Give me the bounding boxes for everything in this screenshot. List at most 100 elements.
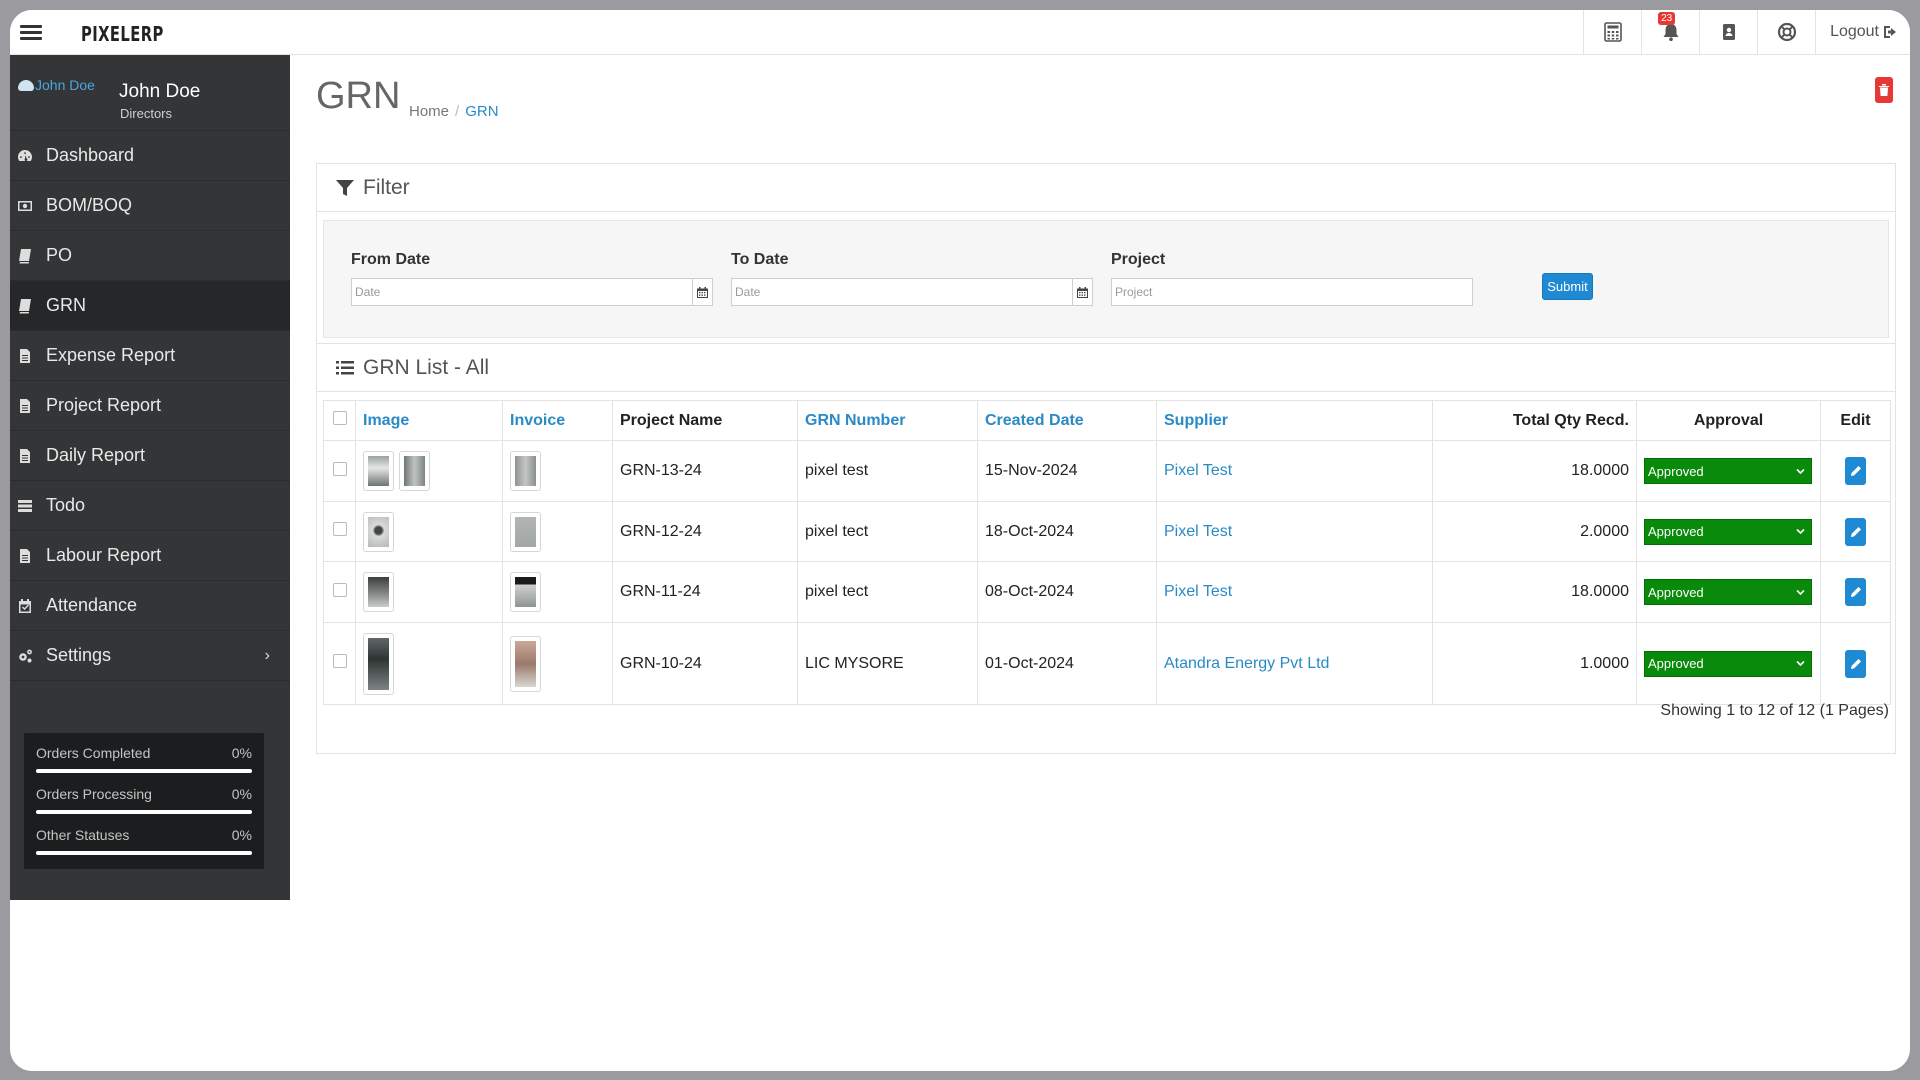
- filter-panel: Filter From Date Date To Date Date Proje…: [316, 163, 1896, 349]
- approval-select[interactable]: Approved: [1644, 458, 1812, 484]
- sidebar-item-label: GRN: [46, 295, 86, 315]
- pencil-icon: [1850, 466, 1861, 476]
- invoice-thumbnail[interactable]: [510, 572, 541, 612]
- project-name-cell: GRN-13-24: [612, 440, 798, 502]
- sidebar-item-bom-boq[interactable]: BOM/BOQ: [10, 181, 290, 231]
- grn-image-thumbnail[interactable]: [363, 451, 394, 491]
- edit-button[interactable]: [1845, 457, 1866, 485]
- sign-out-icon: [1884, 26, 1896, 38]
- notifications-bell-icon[interactable]: 23: [1641, 10, 1699, 54]
- project-name-cell: GRN-11-24: [612, 561, 798, 623]
- approval-select[interactable]: Approved: [1644, 650, 1812, 677]
- grn-image-thumbnail[interactable]: [363, 632, 394, 695]
- table-row: GRN-10-24 LIC MYSORE 01-Oct-2024 Atandra…: [323, 622, 1891, 705]
- order-stats-panel: Orders Completed 0% Orders Processing 0%…: [24, 733, 264, 869]
- sidebar-item-label: Settings: [46, 645, 112, 665]
- invoice-thumbnail[interactable]: [510, 511, 541, 552]
- from-date-input[interactable]: Date: [351, 278, 713, 306]
- sidebar-item-settings[interactable]: Settings ›: [10, 631, 290, 681]
- submit-button[interactable]: Submit: [1542, 273, 1593, 300]
- book-icon: [19, 248, 31, 263]
- row-select-cell: [323, 561, 356, 623]
- sidebar-item-todo[interactable]: Todo: [10, 481, 290, 531]
- sidebar-item-daily-report[interactable]: Daily Report: [10, 431, 290, 481]
- image-cell: [355, 501, 503, 562]
- sidebar-item-po[interactable]: PO: [10, 231, 290, 281]
- edit-button[interactable]: [1845, 578, 1866, 606]
- invoice-thumbnail[interactable]: [510, 635, 541, 692]
- edit-cell: [1820, 501, 1891, 562]
- broken-image-icon: [18, 79, 34, 91]
- stat-orders-processing: Orders Processing 0%: [36, 786, 252, 827]
- image-cell: [355, 561, 503, 623]
- to-date-label: To Date: [731, 251, 789, 268]
- filter-icon: [336, 179, 354, 196]
- invoice-thumbnail[interactable]: [510, 451, 541, 491]
- sidebar-item-grn[interactable]: GRN: [10, 281, 290, 331]
- col-created-date[interactable]: Created Date: [977, 400, 1157, 441]
- calendar-icon[interactable]: [1072, 279, 1092, 305]
- main-content: GRN Home / GRN Filter From Date Date To …: [290, 55, 1910, 1071]
- logout-button[interactable]: Logout: [1815, 10, 1910, 54]
- sidebar-item-labour-report[interactable]: Labour Report: [10, 531, 290, 581]
- col-image[interactable]: Image: [355, 400, 503, 441]
- created-date-cell: 08-Oct-2024: [977, 561, 1157, 623]
- calendar-icon[interactable]: [692, 279, 712, 305]
- project-input[interactable]: Project: [1111, 278, 1473, 306]
- row-checkbox[interactable]: [332, 654, 347, 668]
- invoice-cell: [502, 561, 613, 623]
- sidebar-toggle-icon[interactable]: [20, 22, 42, 42]
- breadcrumb-home-link[interactable]: Home: [409, 103, 449, 120]
- total-qty-cell: 1.0000: [1432, 622, 1637, 705]
- supplier-link[interactable]: Pixel Test: [1156, 440, 1433, 502]
- supplier-link[interactable]: Pixel Test: [1156, 561, 1433, 623]
- created-date-cell: 15-Nov-2024: [977, 440, 1157, 502]
- to-date-input[interactable]: Date: [731, 278, 1093, 306]
- from-date-group: From Date Date: [351, 251, 713, 306]
- supplier-link[interactable]: Pixel Test: [1156, 501, 1433, 562]
- edit-cell: [1820, 622, 1891, 705]
- dashboard-icon: [18, 149, 32, 161]
- grn-image-thumbnail[interactable]: [363, 572, 394, 612]
- sidebar-item-dashboard[interactable]: Dashboard: [10, 131, 290, 181]
- image-cell: [355, 440, 503, 502]
- grn-number-cell: LIC MYSORE: [797, 622, 978, 705]
- list-icon: [18, 499, 32, 512]
- select-all-checkbox[interactable]: [332, 411, 347, 425]
- image-cell: [355, 622, 503, 705]
- row-checkbox[interactable]: [332, 522, 347, 536]
- sidebar-item-attendance[interactable]: Attendance: [10, 581, 290, 631]
- sidebar-item-label: Todo: [46, 495, 86, 515]
- col-invoice[interactable]: Invoice: [502, 400, 613, 441]
- app-window: PIXELERP 23 Logout John Doe John Doe Dir…: [10, 10, 1910, 1071]
- col-approval: Approval: [1636, 400, 1821, 441]
- edit-button[interactable]: [1845, 649, 1866, 678]
- col-grn-number[interactable]: GRN Number: [797, 400, 978, 441]
- grn-image-thumbnail[interactable]: [399, 451, 430, 491]
- delete-button[interactable]: [1875, 77, 1893, 103]
- edit-button[interactable]: [1845, 517, 1866, 546]
- col-supplier[interactable]: Supplier: [1156, 400, 1433, 441]
- approval-select[interactable]: Approved: [1644, 518, 1812, 545]
- contacts-icon[interactable]: [1699, 10, 1757, 54]
- breadcrumb-separator: /: [455, 103, 460, 120]
- sidebar-item-expense-report[interactable]: Expense Report: [10, 331, 290, 381]
- notification-count-badge: 23: [1658, 12, 1676, 25]
- sidebar-item-label: Labour Report: [46, 545, 162, 565]
- grn-image-thumbnail[interactable]: [363, 511, 394, 552]
- supplier-link[interactable]: Atandra Energy Pvt Ltd: [1156, 622, 1433, 705]
- calculator-icon[interactable]: [1583, 10, 1641, 54]
- help-lifebuoy-icon[interactable]: [1757, 10, 1815, 54]
- filter-header: Filter: [317, 164, 1895, 212]
- row-checkbox[interactable]: [332, 582, 347, 597]
- avatar[interactable]: John Doe: [18, 77, 95, 93]
- approval-select[interactable]: Approved: [1644, 579, 1812, 605]
- row-select-cell: [323, 622, 356, 705]
- row-checkbox[interactable]: [332, 461, 347, 476]
- pagination-summary: Showing 1 to 12 of 12 (1 Pages): [1660, 702, 1889, 719]
- sidebar-item-label: Project Report: [46, 395, 162, 415]
- brand-logo[interactable]: PIXELERP: [81, 22, 164, 46]
- sidebar-item-label: PO: [46, 245, 73, 265]
- sidebar-item-project-report[interactable]: Project Report: [10, 381, 290, 431]
- invoice-cell: [502, 622, 613, 705]
